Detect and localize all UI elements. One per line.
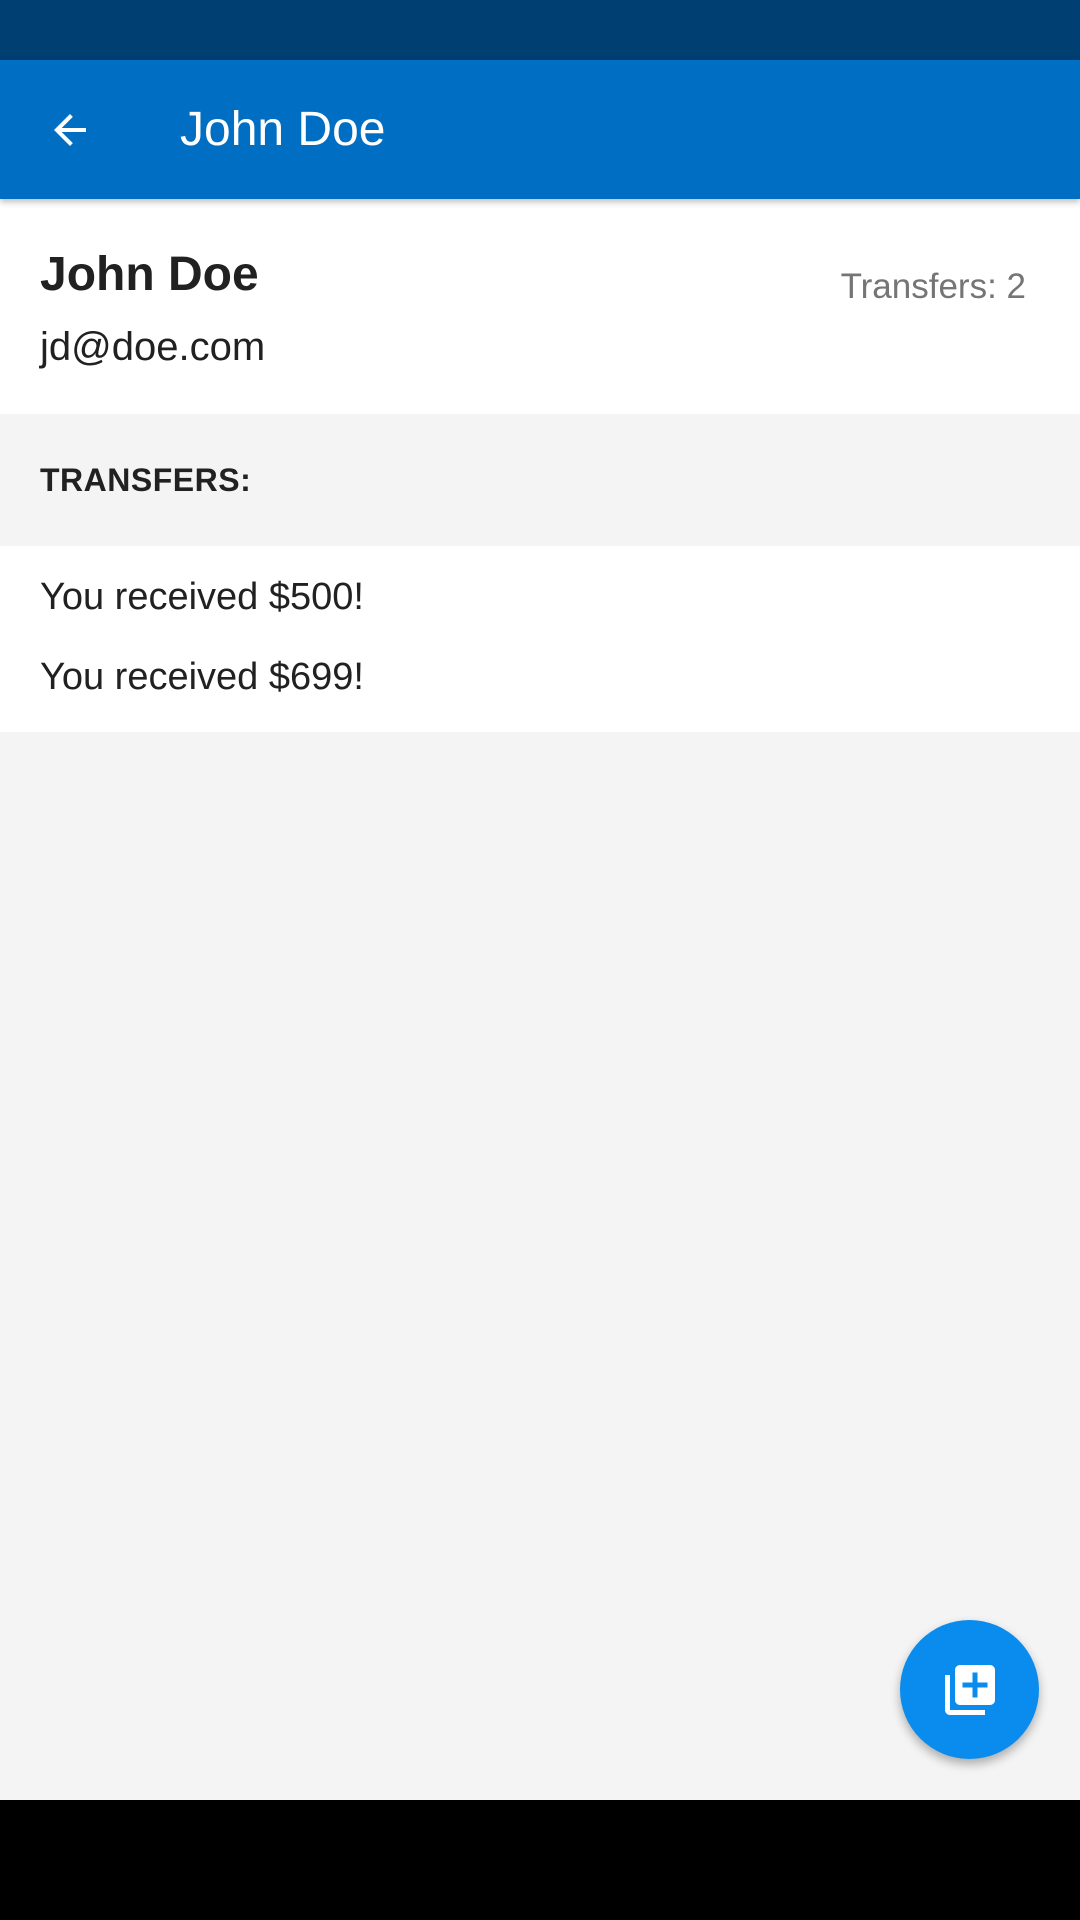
transfers-section-header: TRANSFERS: — [0, 414, 1080, 546]
app-bar: John Doe — [0, 60, 1080, 199]
profile-email: jd@doe.com — [40, 325, 266, 369]
status-bar — [0, 0, 1080, 60]
back-button[interactable] — [34, 94, 106, 166]
list-item: You received $699! — [40, 656, 364, 698]
page-title: John Doe — [180, 103, 386, 156]
arrow-back-icon — [54, 114, 86, 146]
transfer-count: Transfers: 2 — [840, 267, 1026, 306]
screen: John Doe John Doe jd@doe.com Transfers: … — [0, 0, 1080, 1920]
profile-card: John Doe jd@doe.com Transfers: 2 — [0, 199, 1080, 414]
add-transfer-fab[interactable] — [900, 1620, 1039, 1759]
transfers-section-label: TRANSFERS: — [40, 462, 252, 498]
list-item: You received $500! — [40, 576, 364, 618]
transfers-list: You received $500! You received $699! — [0, 546, 1080, 732]
profile-name: John Doe — [40, 248, 259, 301]
navigation-bar — [0, 1800, 1080, 1920]
add-to-collection-icon — [944, 1664, 995, 1715]
